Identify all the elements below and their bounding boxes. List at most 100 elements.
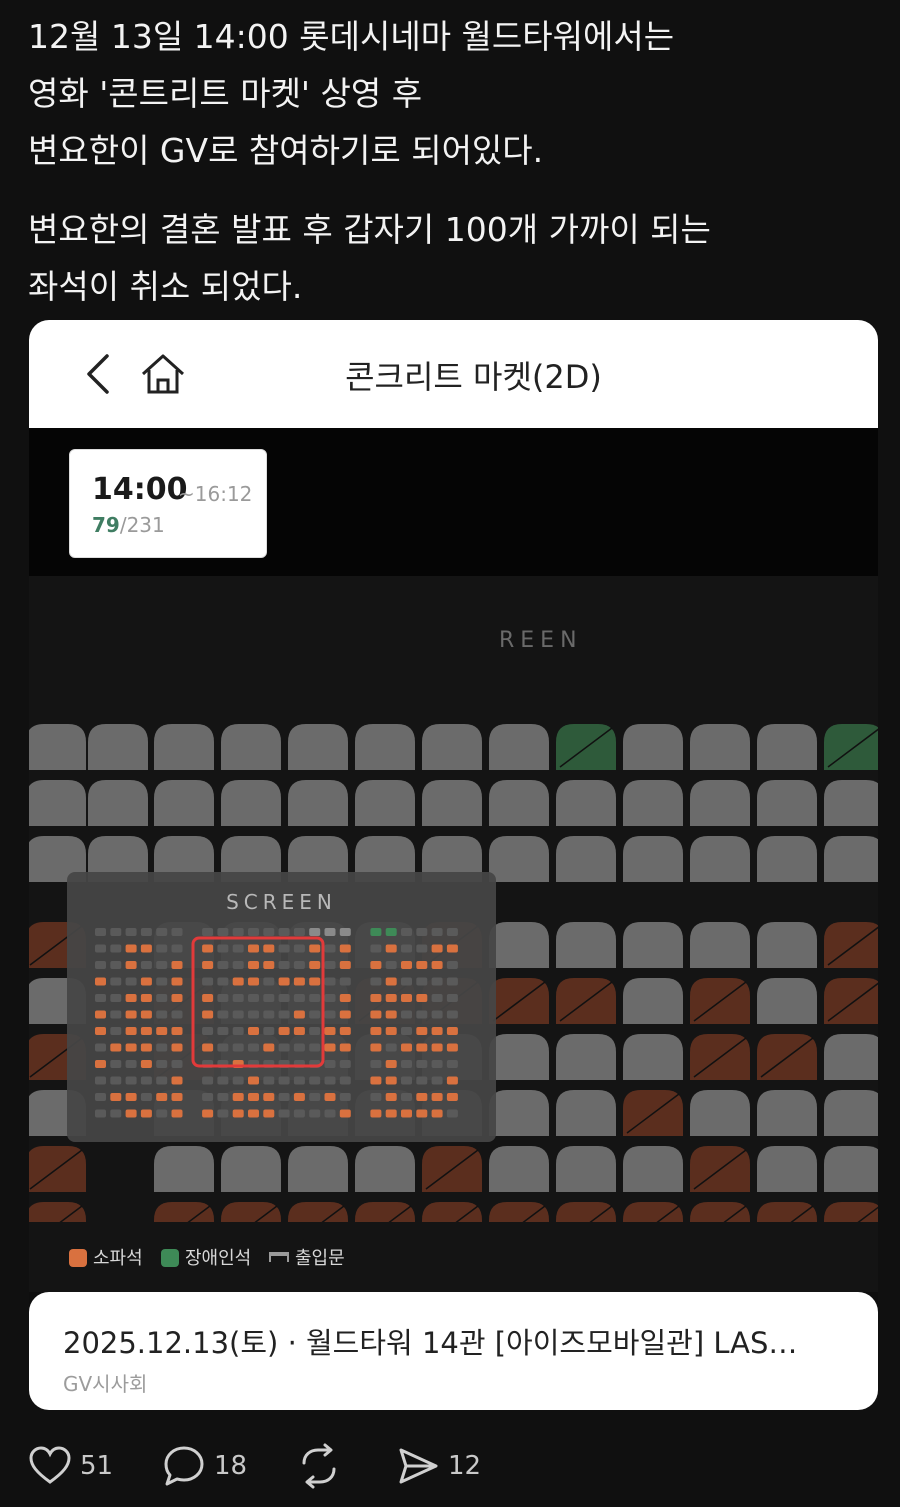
minimap-seat [278,1010,290,1019]
seat[interactable] [422,780,482,826]
seat[interactable] [690,780,750,826]
seat[interactable] [556,1090,616,1136]
minimap-seat [125,1027,137,1035]
showtime-card[interactable]: 14:00 ~16:12 79/231 [69,449,267,558]
seat[interactable] [288,724,348,770]
seat[interactable] [623,1034,683,1080]
seat[interactable] [489,922,549,968]
seat[interactable] [556,780,616,826]
seat[interactable] [757,978,817,1024]
minimap-seat [309,1010,321,1019]
seat[interactable] [489,836,549,882]
seat[interactable] [355,780,415,826]
seat[interactable] [623,978,683,1024]
seat[interactable] [221,724,281,770]
seat[interactable] [29,780,86,826]
seat [757,1034,817,1080]
minimap-seat [232,1093,244,1101]
seat[interactable] [556,1034,616,1080]
seat[interactable] [221,1146,281,1192]
seat[interactable] [154,724,214,770]
seat[interactable] [154,780,214,826]
seat[interactable] [824,1146,878,1192]
seat[interactable] [221,780,281,826]
seat[interactable] [690,836,750,882]
seat[interactable] [623,836,683,882]
seat[interactable] [690,724,750,770]
minimap-seat [309,928,321,936]
seat[interactable] [690,922,750,968]
seat[interactable] [757,922,817,968]
minimap-seat [125,1109,137,1118]
door-icon [269,1252,289,1262]
seat[interactable] [824,1034,878,1080]
minimap-seat [263,1043,275,1052]
minimap-seat [309,1027,321,1035]
like-button[interactable]: 51 [28,1438,113,1493]
seat[interactable] [757,780,817,826]
seat[interactable] [824,1090,878,1136]
minimap-seat [263,961,275,969]
minimap-seat [324,1076,336,1085]
seat[interactable] [824,836,878,882]
seat [757,1202,817,1222]
minimap-seats [95,928,458,1118]
minimap-seat [324,961,336,969]
minimap-seat [171,1093,183,1101]
seat[interactable] [288,1146,348,1192]
minimap-seat [110,1027,122,1035]
seat[interactable] [623,780,683,826]
seat[interactable] [556,836,616,882]
seat[interactable] [489,1146,549,1192]
seat[interactable] [757,1090,817,1136]
seat[interactable] [757,724,817,770]
showtime-bar: 14:00 ~16:12 79/231 [29,428,878,576]
seat[interactable] [690,1090,750,1136]
minimap-seat [248,977,259,986]
minimap-seat [370,1109,382,1118]
seat[interactable] [29,724,86,770]
seat[interactable] [88,780,148,826]
minimap-seat [171,1027,183,1035]
seat[interactable] [824,780,878,826]
minimap-seat [248,1076,259,1085]
comment-button[interactable]: 18 [162,1438,247,1493]
minimap-seat [110,1076,122,1085]
minimap-seat [125,977,137,986]
minimap-seat [110,1109,122,1118]
minimap-seat [248,1043,259,1052]
seat[interactable] [623,724,683,770]
seat[interactable] [757,1146,817,1192]
seat [556,724,616,770]
seat[interactable] [489,1034,549,1080]
legend-sofa: 소파석 [69,1244,143,1270]
seat[interactable] [422,724,482,770]
seat[interactable] [489,1090,549,1136]
seat[interactable] [355,1146,415,1192]
seat[interactable] [623,1146,683,1192]
seat-minimap[interactable]: SCREEN [67,872,496,1142]
minimap-seat [248,944,259,953]
seat[interactable] [623,922,683,968]
seat[interactable] [288,780,348,826]
minimap-seat [324,944,336,953]
repost-button[interactable] [296,1438,342,1493]
minimap-seat [446,1109,458,1118]
minimap-seat [401,1010,412,1019]
minimap-seat [293,994,305,1002]
seat [690,978,750,1024]
seat[interactable] [154,1146,214,1192]
seat[interactable] [556,922,616,968]
seat[interactable] [88,724,148,770]
minimap-seat [278,944,290,953]
seat[interactable] [355,724,415,770]
seat[interactable] [757,836,817,882]
minimap-seat [278,1043,290,1052]
share-button[interactable]: 12 [396,1438,481,1493]
minimap-seat [339,994,351,1002]
seat[interactable] [556,1146,616,1192]
minimap-seat [156,1043,168,1052]
seat[interactable] [489,724,549,770]
seat[interactable] [489,780,549,826]
minimap-seat [156,1109,168,1118]
